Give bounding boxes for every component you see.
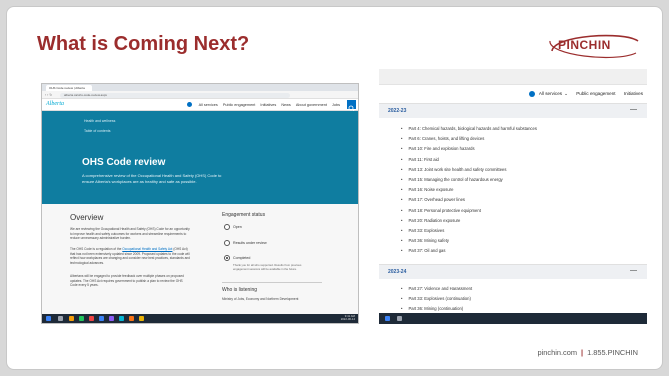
nav-about-government[interactable]: About government [296, 103, 327, 107]
status-completed-label: Completed [233, 256, 251, 260]
os-taskbar [379, 313, 647, 324]
slide-footer: pinchin.com | 1.855.PINCHIN [538, 348, 638, 357]
overview-title: Overview [70, 213, 104, 222]
status-completed-radio[interactable] [224, 255, 230, 261]
breadcrumb-toc[interactable]: Table of contents [84, 129, 110, 133]
collapse-icon[interactable]: — [630, 106, 637, 113]
footer-separator: | [580, 348, 584, 357]
app-icon[interactable] [79, 316, 84, 321]
list-item: Part 6: Cranes, hoists, and lifting devi… [401, 134, 537, 144]
accordion-year: 2023-24 [388, 269, 407, 275]
engagement-status-title: Engagement status [222, 212, 266, 218]
pinchin-logo: PINCHIN [544, 29, 642, 63]
nav-public-engagement[interactable]: Public engagement [576, 91, 615, 96]
review-list-2023-24: Part 27: Violence and Harassment Part 33… [401, 284, 472, 315]
slide-title: What is Coming Next? [37, 33, 250, 55]
status-open-radio[interactable] [224, 224, 230, 230]
status-open-label: Open [233, 225, 242, 229]
app-icon[interactable] [119, 316, 124, 321]
folder-icon[interactable] [69, 316, 74, 321]
start-icon[interactable] [385, 316, 390, 321]
footer-phone[interactable]: 1.855.PINCHIN [587, 348, 638, 357]
clock-date: 2022-06-14 [340, 317, 355, 322]
who-listening-title: Who is listening [222, 287, 258, 293]
nav-public-engagement[interactable]: Public engagement [223, 103, 256, 107]
collapse-icon[interactable]: — [630, 267, 637, 274]
hero-title: OHS Code review [82, 157, 166, 168]
site-header: Alberta All services Public engagement I… [42, 99, 358, 112]
list-item: Part 37: Oil and gas [401, 246, 537, 256]
divider [222, 282, 322, 283]
site-logo[interactable]: Alberta [46, 101, 64, 107]
browser-icon[interactable] [99, 316, 104, 321]
overview-paragraph-3: Albertans will be engaged to provide fee… [70, 274, 184, 288]
nav-jobs[interactable]: Jobs [332, 103, 340, 107]
accordion-header-2022-23[interactable]: 2022-23 — [379, 103, 647, 118]
list-item: Part 13: Joint work site health and safe… [401, 165, 537, 175]
nav-news[interactable]: News [281, 103, 291, 107]
accordion-header-2023-24[interactable]: 2023-24 — [379, 264, 647, 279]
browser-addressbar: ‹ › ↻ alberta.ca/ohs-code-review.aspx [42, 91, 358, 99]
search-taskbar-icon[interactable] [58, 316, 63, 321]
clock[interactable]: 9:41 AM 2022-06-14 [340, 314, 355, 322]
site-nav: All services Public engagement Initiativ… [183, 102, 340, 107]
hero-subtitle: A comprehensive review of the Occupation… [82, 173, 222, 184]
chevron-down-icon: ⌄ [564, 91, 568, 97]
list-item: Part 33: Explosives [401, 226, 537, 236]
nav-initiatives[interactable]: Initiatives [624, 91, 643, 96]
list-item: Part 4: Chemical hazards, biological haz… [401, 124, 536, 134]
list-item: Part 16: Noise exposure [401, 185, 537, 195]
browser-tabbar: OHS Code review | Alberta [42, 84, 358, 91]
slide: What is Coming Next? PINCHIN OHS Code re… [6, 6, 663, 370]
list-item: Part 15: Managing the control of hazardo… [401, 175, 537, 185]
hero-banner: Health and wellness Table of contents OH… [42, 111, 358, 204]
review-list-2022-23: Part 4: Chemical hazards, biological haz… [401, 124, 537, 256]
browser-nav-icons[interactable]: ‹ › ↻ [45, 93, 52, 97]
nav-all-services[interactable]: All services [539, 91, 562, 96]
search-taskbar-icon[interactable] [397, 316, 402, 321]
nav-initiatives[interactable]: Initiatives [260, 103, 276, 107]
logo-text: PINCHIN [558, 38, 611, 52]
breadcrumb-health[interactable]: Health and wellness [84, 119, 115, 123]
list-item: Part 20: Radiation exposure [401, 216, 537, 226]
notification-icon[interactable] [528, 91, 535, 97]
list-item: Part 18: Personal protective equipment [401, 206, 537, 216]
who-listening-text: Ministry of Jobs, Economy and Northern D… [222, 297, 299, 301]
app-icon[interactable] [89, 316, 94, 321]
notification-icon[interactable] [186, 102, 192, 107]
site-nav-right: All services ⌄ Public engagement Initiati… [379, 86, 647, 102]
list-item: Part 11: First aid [401, 155, 537, 165]
start-icon[interactable] [46, 316, 51, 321]
address-input[interactable]: alberta.ca/ohs-code-review.aspx [60, 92, 290, 98]
search-button[interactable] [347, 100, 356, 112]
list-item: Part 33: Explosives (continuation) [401, 294, 472, 304]
status-results-label: Results under review [233, 241, 267, 245]
overview-paragraph-2: The OHS Code is a regulation of the Occu… [70, 247, 190, 265]
review-schedule-screenshot: All services ⌄ Public engagement Initiati… [379, 69, 647, 324]
list-item: Part 10: Fire and explosion hazards [401, 144, 537, 154]
list-item: Part 27: Violence and Harassment [401, 284, 472, 294]
completed-note: Thank you for all who supported. Results… [233, 263, 302, 271]
browser-chrome [379, 69, 647, 85]
ohs-act-link[interactable]: Occupational Health and Safety Act [122, 247, 172, 251]
app-icon[interactable] [129, 316, 134, 321]
nav-all-services[interactable]: All services [199, 103, 218, 107]
app-icon[interactable] [139, 316, 144, 321]
os-taskbar: 9:41 AM 2022-06-14 [42, 314, 358, 323]
status-results-radio[interactable] [224, 240, 230, 246]
list-item: Part 17: Overhead power lines [401, 195, 537, 205]
accordion-year: 2022-23 [388, 108, 407, 114]
browser-screenshot: OHS Code review | Alberta ‹ › ↻ alberta.… [41, 83, 359, 324]
list-item: Part 36: Mining safety [401, 236, 537, 246]
overview-paragraph-1: We are reviewing the Occupational Health… [70, 227, 190, 241]
footer-website[interactable]: pinchin.com [538, 348, 577, 357]
page-content: Overview We are reviewing the Occupation… [42, 204, 358, 314]
overview-text: The OHS Code is a regulation of the [70, 247, 123, 251]
app-icon[interactable] [109, 316, 114, 321]
